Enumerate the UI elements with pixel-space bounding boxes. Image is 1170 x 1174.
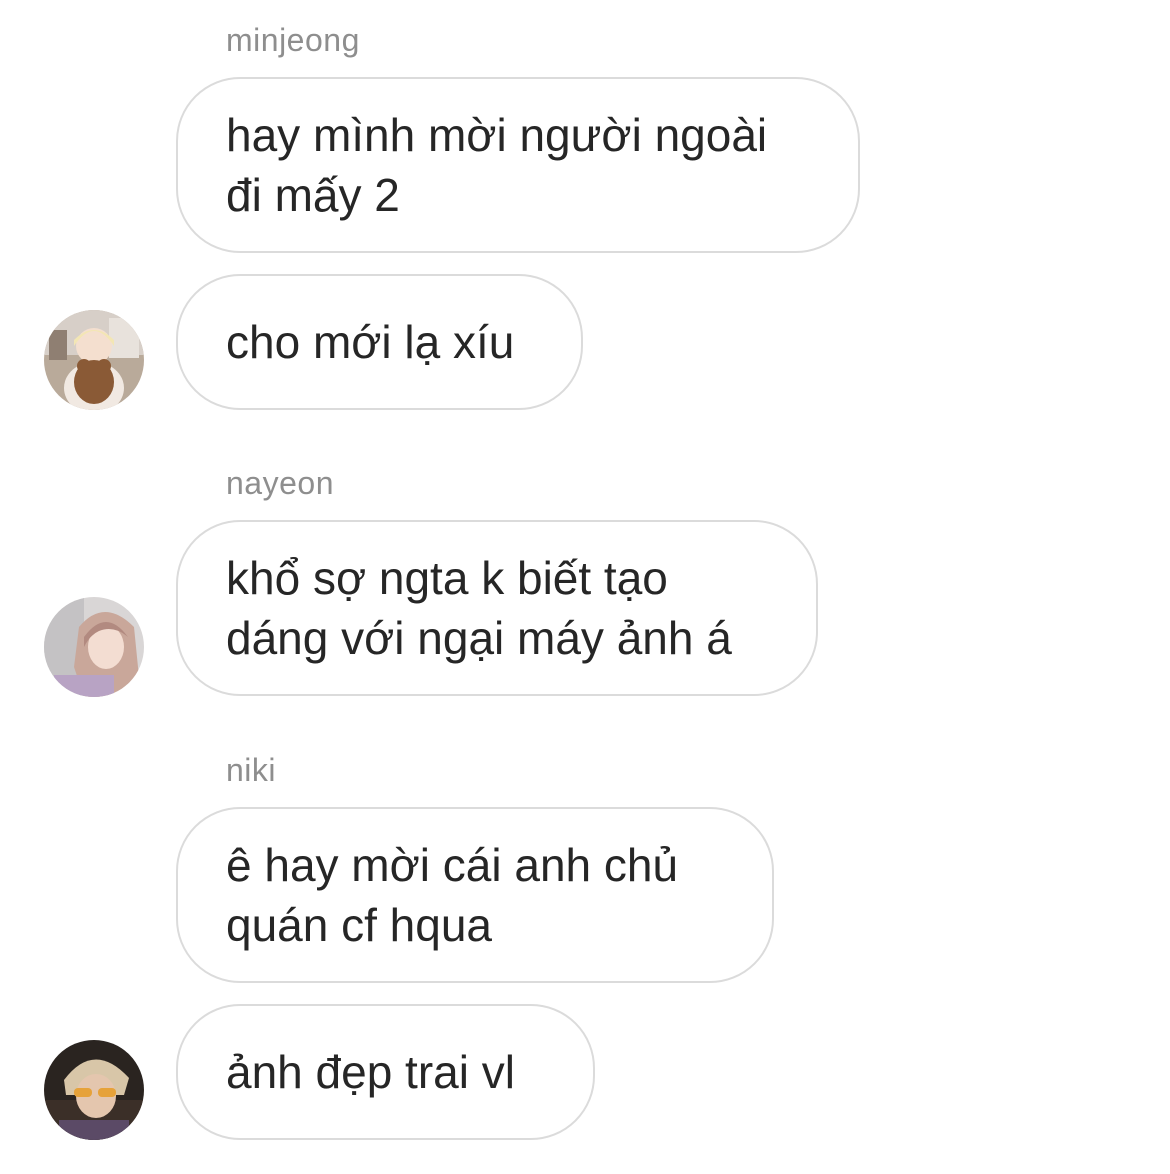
message-line: ảnh đẹp trai vl: [226, 1046, 515, 1098]
sender-name-niki: niki: [226, 752, 277, 788]
message-bubble[interactable]: ê hay mời cái anh chủ quán cf hqua: [176, 807, 774, 983]
message-bubble[interactable]: ảnh đẹp trai vl: [176, 1004, 595, 1140]
message-bubble[interactable]: khổ sợ ngta k biết tạo dáng với ngại máy…: [176, 520, 818, 696]
user-avatar-icon: [44, 597, 144, 697]
sender-name-minjeong: minjeong: [226, 22, 360, 58]
avatar-minjeong[interactable]: [44, 310, 144, 410]
user-avatar-icon: [44, 1040, 144, 1140]
sender-name-nayeon: nayeon: [226, 465, 334, 501]
message-line: khổ sợ ngta k biết tạo: [226, 552, 668, 604]
message-line: quán cf hqua: [226, 899, 493, 951]
message-bubble[interactable]: hay mình mời người ngoài đi mấy 2: [176, 77, 860, 253]
avatar-niki[interactable]: [44, 1040, 144, 1140]
message-line: hay mình mời người ngoài: [226, 109, 768, 161]
message-line: đi mấy 2: [226, 169, 400, 221]
message-bubble[interactable]: cho mới lạ xíu: [176, 274, 583, 410]
message-line: dáng với ngại máy ảnh á: [226, 612, 732, 664]
user-avatar-icon: [44, 310, 144, 410]
avatar-nayeon[interactable]: [44, 597, 144, 697]
message-line: cho mới lạ xíu: [226, 316, 515, 368]
message-line: ê hay mời cái anh chủ: [226, 839, 679, 891]
